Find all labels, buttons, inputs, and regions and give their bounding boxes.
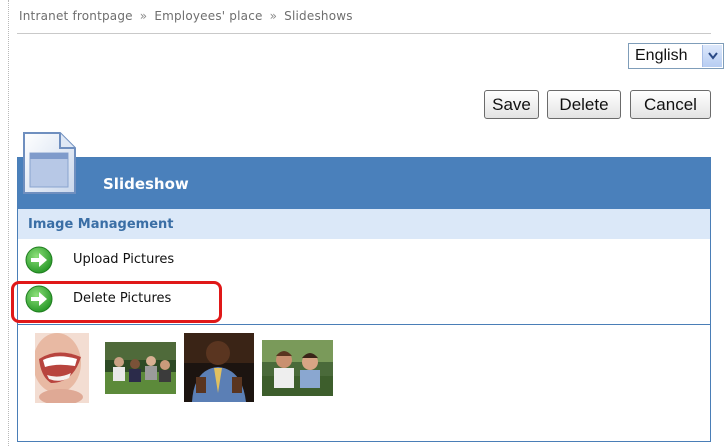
green-arrow-icon [24, 245, 54, 279]
thumbnail-group-outdoors[interactable] [105, 342, 176, 394]
thumbnail-smiling-mouth[interactable] [35, 333, 89, 403]
breadcrumb-separator: » [139, 9, 148, 23]
breadcrumb-link-frontpage[interactable]: Intranet frontpage [19, 9, 133, 23]
delete-button[interactable]: Delete [547, 90, 621, 119]
delete-pictures-highlight [11, 281, 222, 323]
upload-pictures-link[interactable]: Upload Pictures [24, 245, 324, 275]
section-header: Image Management [18, 209, 710, 239]
document-icon [22, 131, 77, 199]
thumbnail-man-in-suit[interactable] [184, 333, 254, 402]
language-select-value: English [635, 47, 688, 64]
breadcrumb-separator: » [269, 9, 278, 23]
panel-header: Slideshow [18, 158, 710, 209]
breadcrumb: Intranet frontpage » Employees' place » Slid… [19, 9, 353, 23]
section-title: Image Management [28, 217, 174, 232]
breadcrumb-divider [17, 33, 711, 34]
chevron-down-icon[interactable] [702, 45, 722, 67]
panel-divider [18, 324, 710, 325]
cancel-button[interactable]: Cancel [630, 90, 711, 119]
page-left-guide [8, 0, 9, 446]
panel-title: Slideshow [103, 175, 189, 193]
breadcrumb-link-employees[interactable]: Employees' place [154, 9, 262, 23]
breadcrumb-current: Slideshows [284, 9, 353, 23]
upload-pictures-label: Upload Pictures [73, 252, 175, 267]
save-button[interactable]: Save [484, 90, 539, 119]
language-select[interactable]: English [628, 43, 724, 69]
thumbnail-women-outdoors[interactable] [262, 340, 333, 396]
